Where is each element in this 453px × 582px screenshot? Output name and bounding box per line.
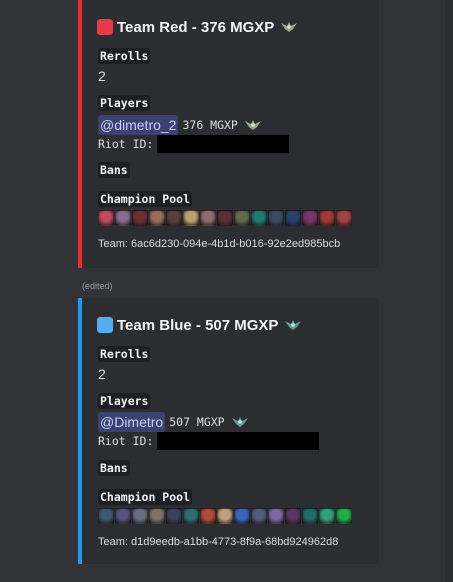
champion-icon bbox=[98, 508, 114, 524]
player-mention[interactable]: @Dimetro bbox=[98, 412, 166, 432]
embed-title-row: Team Red - 376 MGXP bbox=[97, 16, 299, 38]
scrollbar[interactable] bbox=[445, 0, 453, 582]
riot-id-label: Riot ID: bbox=[98, 434, 154, 448]
champion-pool-label: Champion Pool bbox=[98, 489, 193, 505]
embed-team-blue: Team Blue - 507 MGXP Rerolls 2 Players @… bbox=[78, 298, 379, 564]
champion-icon bbox=[234, 210, 250, 226]
champion-icon bbox=[285, 508, 301, 524]
champion-icon bbox=[200, 508, 216, 524]
riot-id-label: Riot ID: bbox=[98, 137, 154, 151]
bans-label: Bans bbox=[98, 162, 130, 178]
champion-pool-icons bbox=[98, 210, 352, 226]
champion-icon bbox=[268, 508, 284, 524]
champion-pool-label: Champion Pool bbox=[98, 191, 193, 207]
champion-icon bbox=[115, 508, 131, 524]
embed-title-row: Team Blue - 507 MGXP bbox=[97, 314, 303, 336]
champion-icon bbox=[132, 210, 148, 226]
champion-icon bbox=[268, 210, 284, 226]
rank-emblem-icon bbox=[231, 417, 248, 427]
champion-icon bbox=[302, 508, 318, 524]
rank-emblem-icon bbox=[285, 320, 302, 330]
champion-icon bbox=[319, 210, 335, 226]
champion-icon bbox=[115, 210, 131, 226]
player-row: @Dimetro 507 MGXP bbox=[98, 412, 250, 432]
players-label: Players bbox=[98, 95, 151, 111]
champion-icon bbox=[166, 508, 182, 524]
blue-square-icon bbox=[97, 317, 113, 333]
champion-icon bbox=[319, 508, 335, 524]
champion-icon bbox=[302, 210, 318, 226]
champion-icon bbox=[251, 508, 267, 524]
team-id: Team: d1d9eedb-a1bb-4773-8f9a-68bd924962… bbox=[98, 536, 339, 548]
champion-icon bbox=[98, 210, 114, 226]
redacted-riot-id bbox=[157, 432, 320, 450]
bans-label: Bans bbox=[98, 460, 130, 476]
player-row: @dimetro_2 376 MGXP bbox=[98, 115, 263, 135]
riot-id-row: Riot ID: bbox=[98, 431, 320, 451]
champion-icon bbox=[149, 508, 165, 524]
champion-pool-icons bbox=[98, 508, 352, 524]
rank-emblem-icon bbox=[244, 120, 261, 130]
discord-channel: Team Red - 376 MGXP Rerolls 2 Players @d… bbox=[0, 0, 453, 582]
champion-icon bbox=[132, 508, 148, 524]
champion-icon bbox=[217, 210, 233, 226]
champion-icon bbox=[336, 508, 352, 524]
edited-label: (edited) bbox=[82, 281, 113, 291]
riot-id-row: Riot ID: bbox=[98, 134, 290, 154]
embed-title: Team Blue - 507 MGXP bbox=[117, 316, 279, 334]
rank-emblem-icon bbox=[281, 22, 298, 32]
champion-icon bbox=[234, 508, 250, 524]
rerolls-label: Rerolls bbox=[98, 346, 151, 362]
embed-team-red: Team Red - 376 MGXP Rerolls 2 Players @d… bbox=[78, 0, 379, 268]
champion-icon bbox=[217, 508, 233, 524]
champion-icon bbox=[285, 210, 301, 226]
champion-icon bbox=[183, 210, 199, 226]
team-id: Team: 6ac6d230-094e-4b1d-b016-92e2ed985b… bbox=[98, 238, 341, 250]
players-label: Players bbox=[98, 393, 151, 409]
champion-icon bbox=[251, 210, 267, 226]
rerolls-value: 2 bbox=[98, 68, 106, 84]
champion-icon bbox=[166, 210, 182, 226]
champion-icon bbox=[183, 508, 199, 524]
player-mention[interactable]: @dimetro_2 bbox=[98, 115, 179, 135]
red-square-icon bbox=[97, 19, 113, 35]
redacted-riot-id bbox=[157, 135, 290, 153]
player-mgxp: 507 MGXP bbox=[169, 415, 225, 429]
champion-icon bbox=[336, 210, 352, 226]
champion-icon bbox=[200, 210, 216, 226]
embed-title: Team Red - 376 MGXP bbox=[117, 18, 275, 36]
champion-icon bbox=[149, 210, 165, 226]
rerolls-value: 2 bbox=[98, 366, 106, 382]
rerolls-label: Rerolls bbox=[98, 48, 151, 64]
player-mgxp: 376 MGXP bbox=[182, 118, 238, 132]
